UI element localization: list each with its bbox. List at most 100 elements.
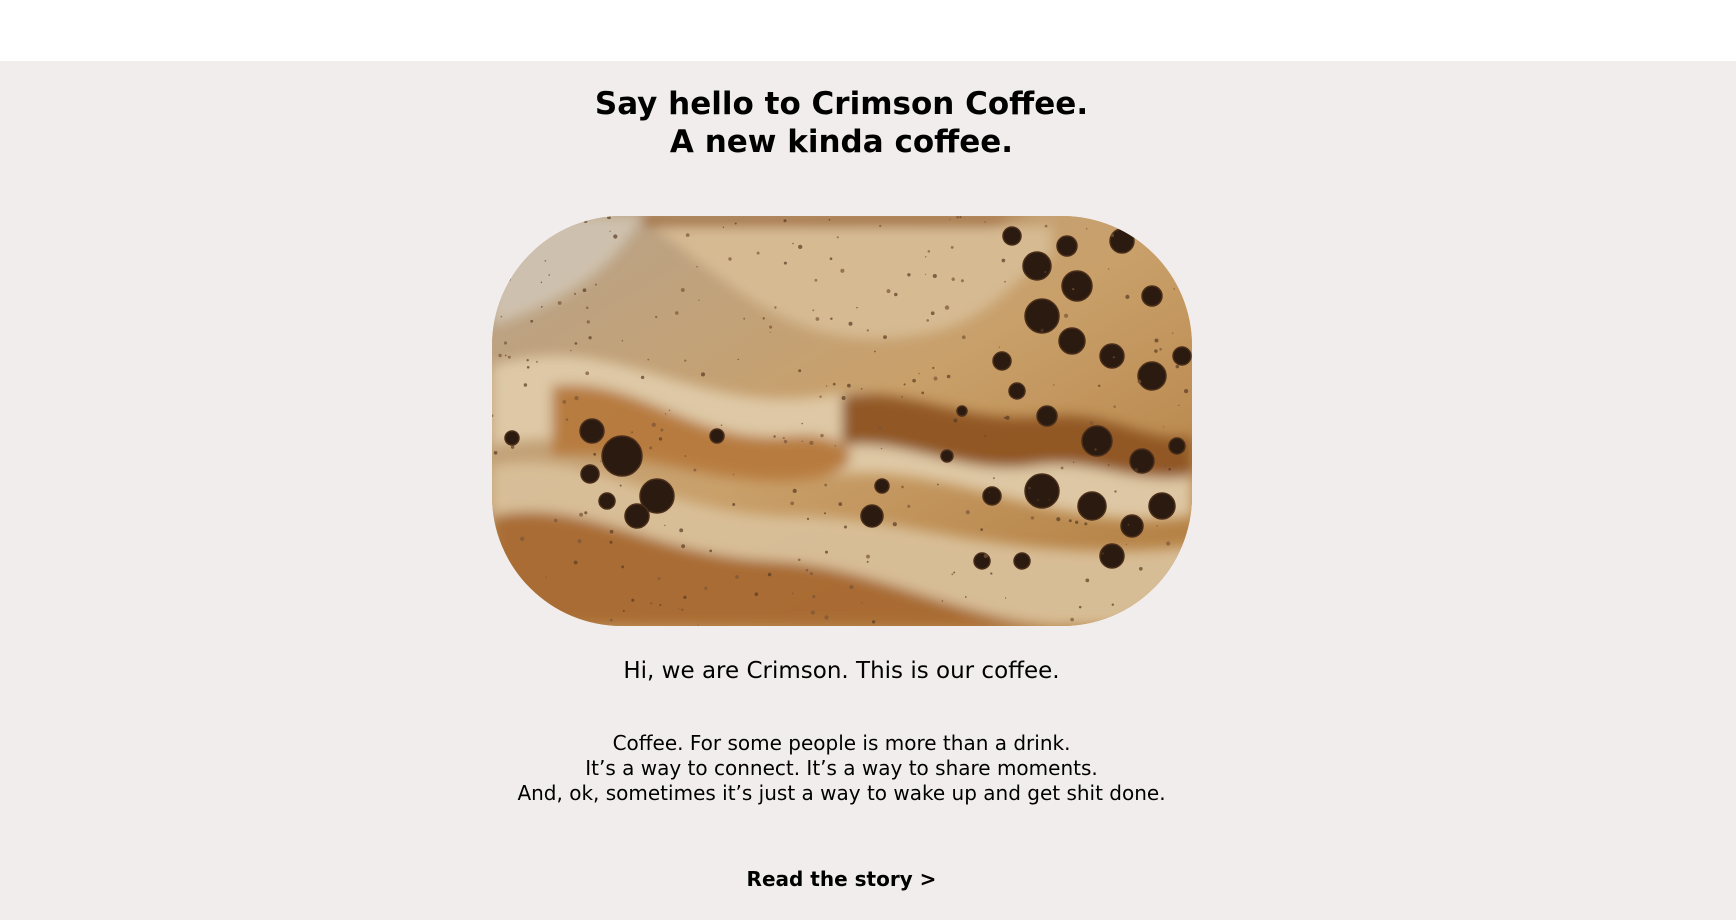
- foam-speck: [557, 301, 562, 305]
- foam-speck: [886, 289, 891, 294]
- body-copy: Coffee. For some people is more than a d…: [0, 731, 1683, 806]
- foam-speck: [609, 540, 613, 544]
- foam-speck: [847, 383, 851, 388]
- foam-speck: [866, 554, 870, 559]
- foam-speck: [782, 437, 785, 440]
- foam-speck: [1089, 421, 1094, 425]
- foam-speck: [1159, 347, 1162, 351]
- foam-speck: [1117, 448, 1119, 450]
- foam-speck: [984, 435, 986, 437]
- foam-speck: [507, 355, 511, 359]
- foam-speck: [769, 331, 771, 333]
- foam-speck: [704, 586, 708, 590]
- foam-speck: [828, 218, 831, 221]
- foam-speck: [1139, 567, 1143, 571]
- foam-speck: [769, 325, 773, 329]
- foam-speck: [1111, 603, 1115, 606]
- foam-speck: [1075, 520, 1079, 524]
- foam-speck: [1070, 617, 1074, 622]
- foam-speck: [1107, 464, 1110, 466]
- foam-bubble: [874, 478, 890, 494]
- foam-speck: [709, 549, 713, 553]
- foam-speck: [1173, 288, 1175, 290]
- foam-speck: [983, 553, 988, 559]
- read-the-story-link[interactable]: Read the story >: [747, 867, 937, 891]
- foam-speck: [1134, 468, 1139, 472]
- foam-speck: [1113, 405, 1116, 408]
- foam-speck: [573, 292, 577, 295]
- foam-bubble: [1022, 251, 1052, 281]
- foam-bubble: [992, 351, 1012, 371]
- foam-speck: [600, 460, 602, 463]
- foam-speck: [1005, 415, 1010, 420]
- foam-speck: [953, 571, 956, 574]
- foam-speck: [609, 230, 611, 233]
- foam-speck: [824, 483, 828, 487]
- foam-speck: [649, 446, 653, 450]
- foam-speck: [659, 604, 662, 606]
- foam-speck: [992, 477, 995, 480]
- foam-speck: [829, 257, 833, 261]
- foam-speck: [824, 550, 829, 554]
- intro-text: Hi, we are Crimson. This is our coffee.: [623, 658, 1060, 684]
- foam-speck: [840, 268, 845, 273]
- foam-speck: [1112, 356, 1115, 359]
- foam-speck: [631, 598, 635, 602]
- foam-speck: [523, 383, 528, 387]
- foam-speck: [579, 512, 584, 517]
- foam-speck: [1060, 466, 1064, 470]
- foam-speck: [823, 512, 827, 515]
- foam-speck: [520, 536, 525, 541]
- foam-speck: [681, 544, 685, 549]
- foam-speck: [658, 437, 663, 441]
- foam-speck: [814, 278, 818, 282]
- foam-speck: [553, 518, 558, 523]
- foam-speck: [880, 447, 883, 450]
- foam-speck: [1072, 287, 1075, 291]
- foam-speck: [921, 391, 925, 395]
- foam-speck: [586, 320, 590, 324]
- foam-speck: [988, 491, 991, 493]
- foam-speck: [767, 572, 772, 577]
- foam-speck: [1156, 525, 1158, 527]
- foam-speck: [984, 221, 987, 223]
- foam-speck: [680, 288, 685, 292]
- foam-speck: [577, 539, 582, 544]
- foam-speck: [697, 624, 699, 626]
- headline-line-1: Say hello to Crimson Coffee.: [594, 86, 1089, 122]
- foam-speck: [918, 372, 920, 375]
- foam-bubble: [579, 418, 605, 444]
- foam-speck: [693, 468, 697, 472]
- foam-speck: [825, 385, 828, 387]
- foam-speck: [1154, 338, 1159, 343]
- foam-bubble: [1077, 491, 1107, 521]
- foam-speck: [866, 329, 869, 332]
- foam-speck: [836, 236, 839, 239]
- foam-speck: [720, 424, 723, 426]
- foam-speck: [1040, 328, 1044, 333]
- foam-speck: [1094, 448, 1097, 451]
- foam-bubble: [1024, 473, 1060, 509]
- foam-speck: [838, 502, 843, 506]
- foam-speck: [698, 299, 700, 301]
- foam-bubble: [1099, 543, 1125, 569]
- foam-speck: [878, 425, 882, 430]
- foam-bubble: [956, 405, 968, 417]
- foam-speck: [1004, 597, 1007, 599]
- foam-bubble: [1120, 514, 1144, 538]
- foam-speck: [824, 615, 829, 620]
- foam-speck: [504, 354, 507, 357]
- foam-speck: [860, 601, 863, 604]
- foam-speck: [535, 360, 538, 363]
- foam-speck: [684, 359, 687, 362]
- foam-speck: [1183, 388, 1189, 394]
- foam-speck: [773, 435, 776, 438]
- foam-speck: [1125, 294, 1130, 299]
- foam-speck: [582, 288, 587, 293]
- foam-speck: [678, 607, 680, 609]
- foam-speck: [953, 418, 958, 423]
- foam-speck: [526, 359, 529, 362]
- foam-speck: [544, 260, 547, 262]
- foam-speck: [540, 306, 543, 308]
- foam-speck: [631, 431, 634, 434]
